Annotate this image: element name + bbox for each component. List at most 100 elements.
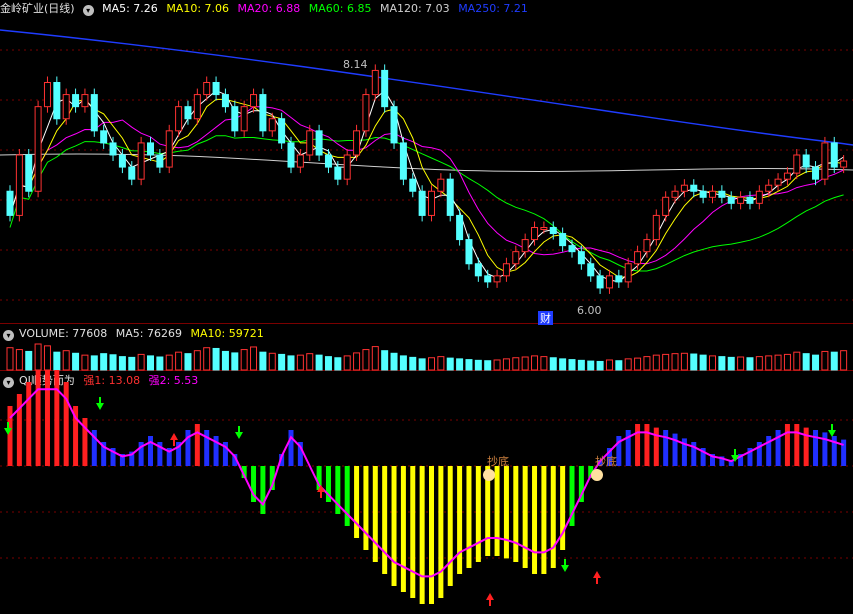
candle — [624, 263, 632, 283]
volume-bar — [671, 353, 679, 371]
signal-label: 抄底 — [595, 454, 617, 468]
volume-bar — [765, 355, 773, 371]
volume-bar — [240, 349, 248, 371]
candle — [709, 190, 716, 198]
volume-bar — [287, 355, 295, 371]
volume-bar — [268, 352, 276, 371]
candle — [699, 190, 707, 198]
volume-bar — [577, 359, 585, 371]
volume-bar — [156, 356, 164, 371]
volume-bar — [221, 350, 229, 371]
down-arrow-icon — [828, 424, 836, 437]
volume-bar — [699, 354, 707, 371]
candle — [343, 154, 351, 180]
volume-bar — [456, 358, 464, 371]
volume-bar — [334, 357, 342, 371]
candle — [259, 94, 267, 132]
indicator-bar — [494, 466, 500, 556]
volume-bar — [774, 354, 782, 371]
volume-bar — [62, 350, 70, 371]
candle — [634, 251, 642, 265]
candle — [643, 239, 651, 253]
candle — [727, 196, 735, 204]
volume-bar — [137, 353, 145, 371]
volume-bar — [605, 359, 613, 371]
volume-bar — [250, 346, 258, 371]
volume-bar — [6, 347, 14, 371]
indicator-bar — [663, 430, 669, 466]
candle — [324, 154, 332, 168]
indicator-bar — [260, 466, 266, 514]
volume-bar — [821, 350, 829, 371]
candle — [521, 239, 529, 253]
candle — [793, 154, 801, 174]
candle — [43, 82, 51, 108]
volume-bar — [746, 357, 754, 371]
candle — [156, 154, 164, 168]
volume-bar — [521, 356, 529, 371]
volume-bar — [100, 353, 108, 371]
indicator-bar — [44, 370, 50, 466]
volume-bar — [718, 356, 726, 371]
volume-bar — [381, 350, 389, 371]
volume-bar — [662, 353, 670, 371]
candle — [446, 178, 454, 216]
indicator-bar — [438, 466, 444, 598]
signal-label: 抄底 — [487, 454, 509, 468]
volume-bar — [259, 351, 267, 371]
volume-bar — [324, 356, 332, 371]
volume-bar — [493, 359, 501, 371]
stock-chart-window: 金岭矿业(日线) ▾ MA5: 7.26 MA10: 7.06 MA20: 6.8… — [0, 0, 853, 614]
candle — [231, 106, 239, 132]
candle — [605, 275, 613, 289]
volume-bar — [540, 356, 548, 371]
volume-bar — [812, 354, 820, 371]
indicator-bar — [466, 466, 472, 568]
indicator-bar — [391, 466, 397, 586]
candle — [362, 94, 370, 132]
indicator-bar — [457, 466, 463, 574]
volume-bar — [306, 353, 314, 371]
candle — [821, 142, 829, 180]
volume-bar — [371, 346, 379, 371]
volume-bar — [409, 356, 417, 371]
chart-canvas[interactable]: 8.14 6.00 财抄底 抄底 — [0, 0, 853, 614]
volume-bar — [184, 353, 192, 371]
volume-bar — [568, 359, 576, 371]
candle — [568, 245, 576, 253]
ma5-line — [9, 89, 844, 283]
candle — [81, 94, 89, 108]
indicator-bar — [419, 466, 425, 604]
candle — [409, 178, 417, 192]
volume-bar — [278, 353, 286, 371]
candle — [465, 239, 473, 265]
volume-bar — [690, 353, 698, 371]
candle — [147, 142, 154, 156]
candle — [399, 142, 407, 180]
candle — [783, 172, 791, 180]
down-arrow-icon — [235, 426, 243, 439]
candle — [474, 263, 482, 277]
volume-bar — [175, 351, 183, 371]
candle — [746, 196, 754, 204]
candle — [315, 130, 323, 156]
volume-bar — [840, 350, 848, 371]
candle — [137, 142, 145, 180]
candle — [652, 214, 660, 241]
candle — [437, 178, 445, 192]
candle — [680, 184, 688, 192]
candle — [502, 263, 510, 277]
candle — [240, 106, 248, 132]
volume-bar — [296, 354, 304, 371]
indicator-bar — [288, 430, 294, 466]
candle — [512, 251, 520, 265]
volume-bar — [512, 357, 520, 371]
candle — [587, 263, 595, 277]
candle — [390, 106, 398, 144]
indicator-bar — [400, 466, 406, 592]
volume-bar — [418, 358, 426, 371]
indicator-bar — [803, 427, 809, 466]
candle — [90, 94, 98, 132]
volume-bar — [72, 352, 80, 371]
indicator-bar — [672, 433, 678, 466]
